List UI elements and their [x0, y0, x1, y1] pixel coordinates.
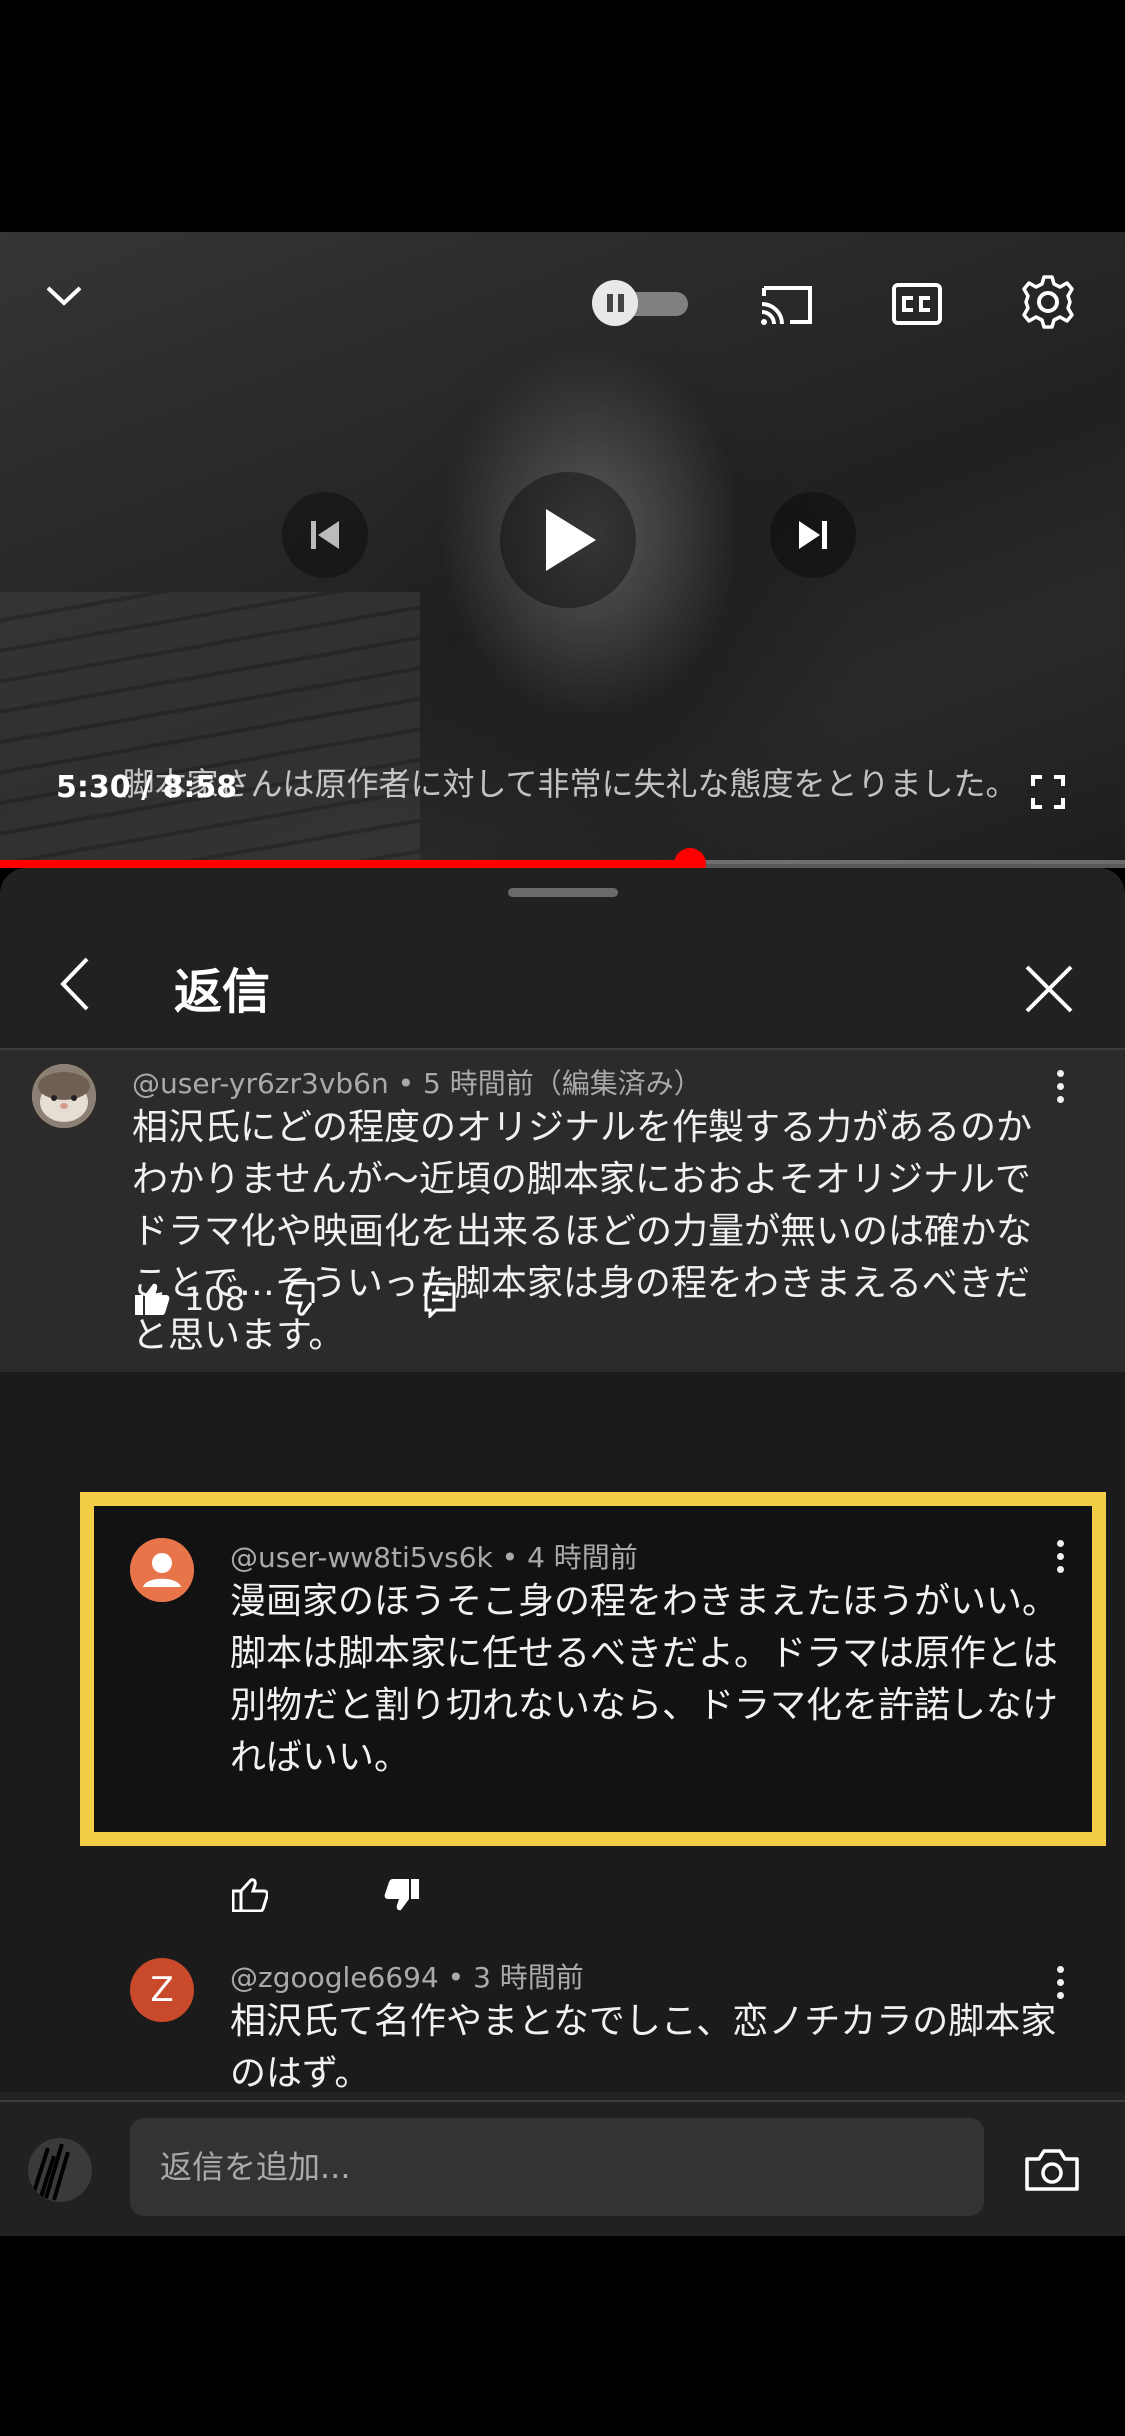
avatar: [28, 2138, 92, 2202]
reply-icon: [424, 1282, 456, 1318]
reply-line: 別物だと割り切れないなら、ドラマ化を許諾しなけ: [230, 1685, 1059, 1726]
video-subtitle: 脚本家さんは原作者に対して非常に失礼な態度をとりました。: [122, 765, 1018, 803]
reply-line: ればいい。: [230, 1737, 411, 1778]
comment-line: ことで…そういった脚本家は身の程をわきまえるべきだ: [132, 1263, 1030, 1304]
avatar[interactable]: [130, 1538, 194, 1602]
hamster-avatar-icon: [32, 1064, 96, 1128]
drag-handle[interactable]: [508, 888, 618, 897]
avatar[interactable]: [32, 1064, 96, 1128]
previous-icon: [311, 521, 339, 549]
progress-played: [0, 860, 690, 868]
reply-line: 脚本は脚本家に任せるべきだよ。ドラマは原作とは: [230, 1633, 1059, 1674]
like-count: 108: [184, 1280, 246, 1318]
comment-meta: @user-yr6zr3vb6n • 5 時間前（編集済み）: [132, 1067, 702, 1100]
cc-icon: [892, 283, 942, 325]
comment-text: 相沢氏にどの程度のオリジナルを作製する力があるのか わかりませんが〜近頃の脚本家…: [132, 1102, 1032, 1362]
fullscreen-button[interactable]: [1024, 768, 1072, 816]
like-button[interactable]: 108: [134, 1280, 245, 1318]
video-player[interactable]: 脚本家さんは原作者に対して非常に失礼な態度をとりました。 5:30 / 8:58: [0, 232, 1125, 864]
reply-line: 相沢氏て名作やまとなでしこ、恋ノチカラの脚本家: [230, 2001, 1057, 2042]
pause-icon: [592, 280, 638, 326]
previous-video-button[interactable]: [282, 492, 368, 578]
replies-sheet: 返信 @user-yr6zr3vb6n • 5 時間前（編集済み） 相沢氏にどの…: [0, 868, 1125, 2236]
time-display: 5:30 / 8:58: [56, 770, 238, 805]
comment-line: ドラマ化や映画化を出来るほどの力量が無いのは確かな: [132, 1211, 1033, 1252]
close-button[interactable]: [1014, 954, 1084, 1024]
reply-text: 漫画家のほうそこ身の程をわきまえたほうがいい。 脚本は脚本家に任せるべきだよ。ド…: [230, 1576, 1058, 1784]
thumb-up-icon: [232, 1878, 268, 1912]
reply-composer: [0, 2100, 1125, 2236]
scribble-avatar-icon: [30, 2143, 70, 2201]
reply-meta: @zgoogle6694 • 3 時間前: [230, 1961, 584, 1994]
minimize-player-button[interactable]: [36, 272, 92, 320]
reply-text: 相沢氏て名作やまとなでしこ、恋ノチカラの脚本家 のはず。: [230, 1996, 1056, 2100]
close-icon: [1025, 965, 1073, 1013]
parent-comment: @user-yr6zr3vb6n • 5 時間前（編集済み） 相沢氏にどの程度の…: [0, 1050, 1125, 1372]
next-icon: [799, 521, 827, 549]
play-icon: [546, 509, 596, 571]
comment-line: わかりませんが〜近頃の脚本家におおよそオリジナルで: [132, 1159, 1031, 1200]
reply-line: 漫画家のほうそこ身の程をわきまえたほうがいい。: [230, 1581, 1059, 1622]
comment-line: と思います。: [132, 1315, 345, 1356]
avatar[interactable]: Z: [130, 1958, 194, 2022]
dislike-button[interactable]: [384, 1878, 420, 1912]
panel-title: 返信: [174, 964, 271, 1020]
reply-input[interactable]: [130, 2118, 984, 2216]
thumb-down-icon: [384, 1879, 419, 1911]
next-video-button[interactable]: [770, 492, 856, 578]
chevron-down-icon: [46, 286, 82, 306]
progress-bar[interactable]: [0, 848, 1125, 880]
camera-icon: [1025, 2149, 1079, 2191]
play-button[interactable]: [500, 472, 636, 608]
reply-menu-button[interactable]: [1040, 1532, 1080, 1580]
settings-button[interactable]: [1016, 270, 1080, 334]
camera-button[interactable]: [1020, 2142, 1084, 2198]
reply-button[interactable]: [424, 1282, 456, 1318]
cast-icon: [761, 286, 812, 325]
gear-icon: [1022, 275, 1074, 329]
thumb-up-icon: [135, 1283, 170, 1315]
comment-line: 相沢氏にどの程度のオリジナルを作製する力があるのか: [132, 1107, 1033, 1148]
reply-line: のはず。: [230, 2053, 371, 2094]
avatar-letter: Z: [150, 1970, 174, 2010]
fullscreen-icon: [1031, 775, 1065, 809]
captions-button[interactable]: [888, 276, 946, 332]
user-avatar-icon: [130, 1538, 194, 1602]
comment-menu-button[interactable]: [1040, 1062, 1080, 1110]
dislike-button[interactable]: [286, 1282, 322, 1316]
back-button[interactable]: [44, 948, 104, 1020]
thumb-down-icon: [286, 1282, 315, 1316]
back-icon: [60, 957, 89, 1011]
autoplay-toggle[interactable]: [592, 280, 692, 326]
cast-button[interactable]: [756, 276, 818, 332]
like-button[interactable]: [232, 1878, 268, 1912]
reply-meta: @user-ww8ti5vs6k • 4 時間前: [230, 1541, 638, 1574]
